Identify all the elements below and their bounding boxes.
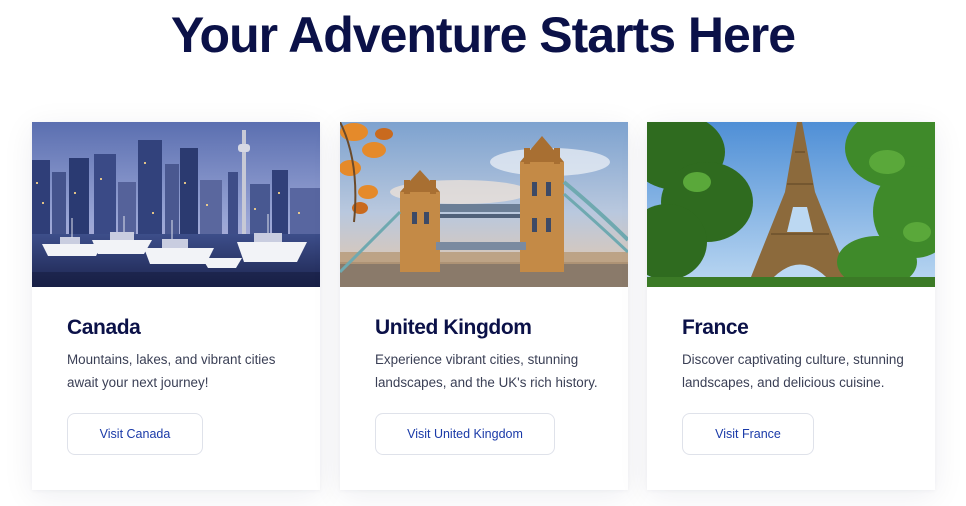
page-title: Your Adventure Starts Here: [170, 7, 796, 63]
destination-card-united-kingdom: United Kingdom Experience vibrant cities…: [340, 122, 628, 490]
canada-harbor-image: [32, 122, 320, 287]
destination-card-france: France Discover captivating culture, stu…: [647, 122, 935, 490]
card-title: United Kingdom: [375, 316, 532, 339]
destination-card-canada: Canada Mountains, lakes, and vibrant cit…: [32, 122, 320, 490]
visit-canada-button[interactable]: Visit Canada: [67, 413, 203, 455]
page: Your Adventure Starts Here Canada Mounta…: [0, 0, 966, 506]
card-description: Discover captivating culture, stunning l…: [682, 352, 904, 390]
visit-united-kingdom-button[interactable]: Visit United Kingdom: [375, 413, 555, 455]
card-title: Canada: [67, 316, 141, 339]
card-title: France: [682, 316, 749, 339]
eiffel-tower-image: [647, 122, 935, 287]
card-description: Experience vibrant cities, stunning land…: [375, 352, 598, 390]
tower-bridge-image: [340, 122, 628, 287]
visit-france-button[interactable]: Visit France: [682, 413, 814, 455]
card-description: Mountains, lakes, and vibrant cities awa…: [67, 352, 276, 390]
